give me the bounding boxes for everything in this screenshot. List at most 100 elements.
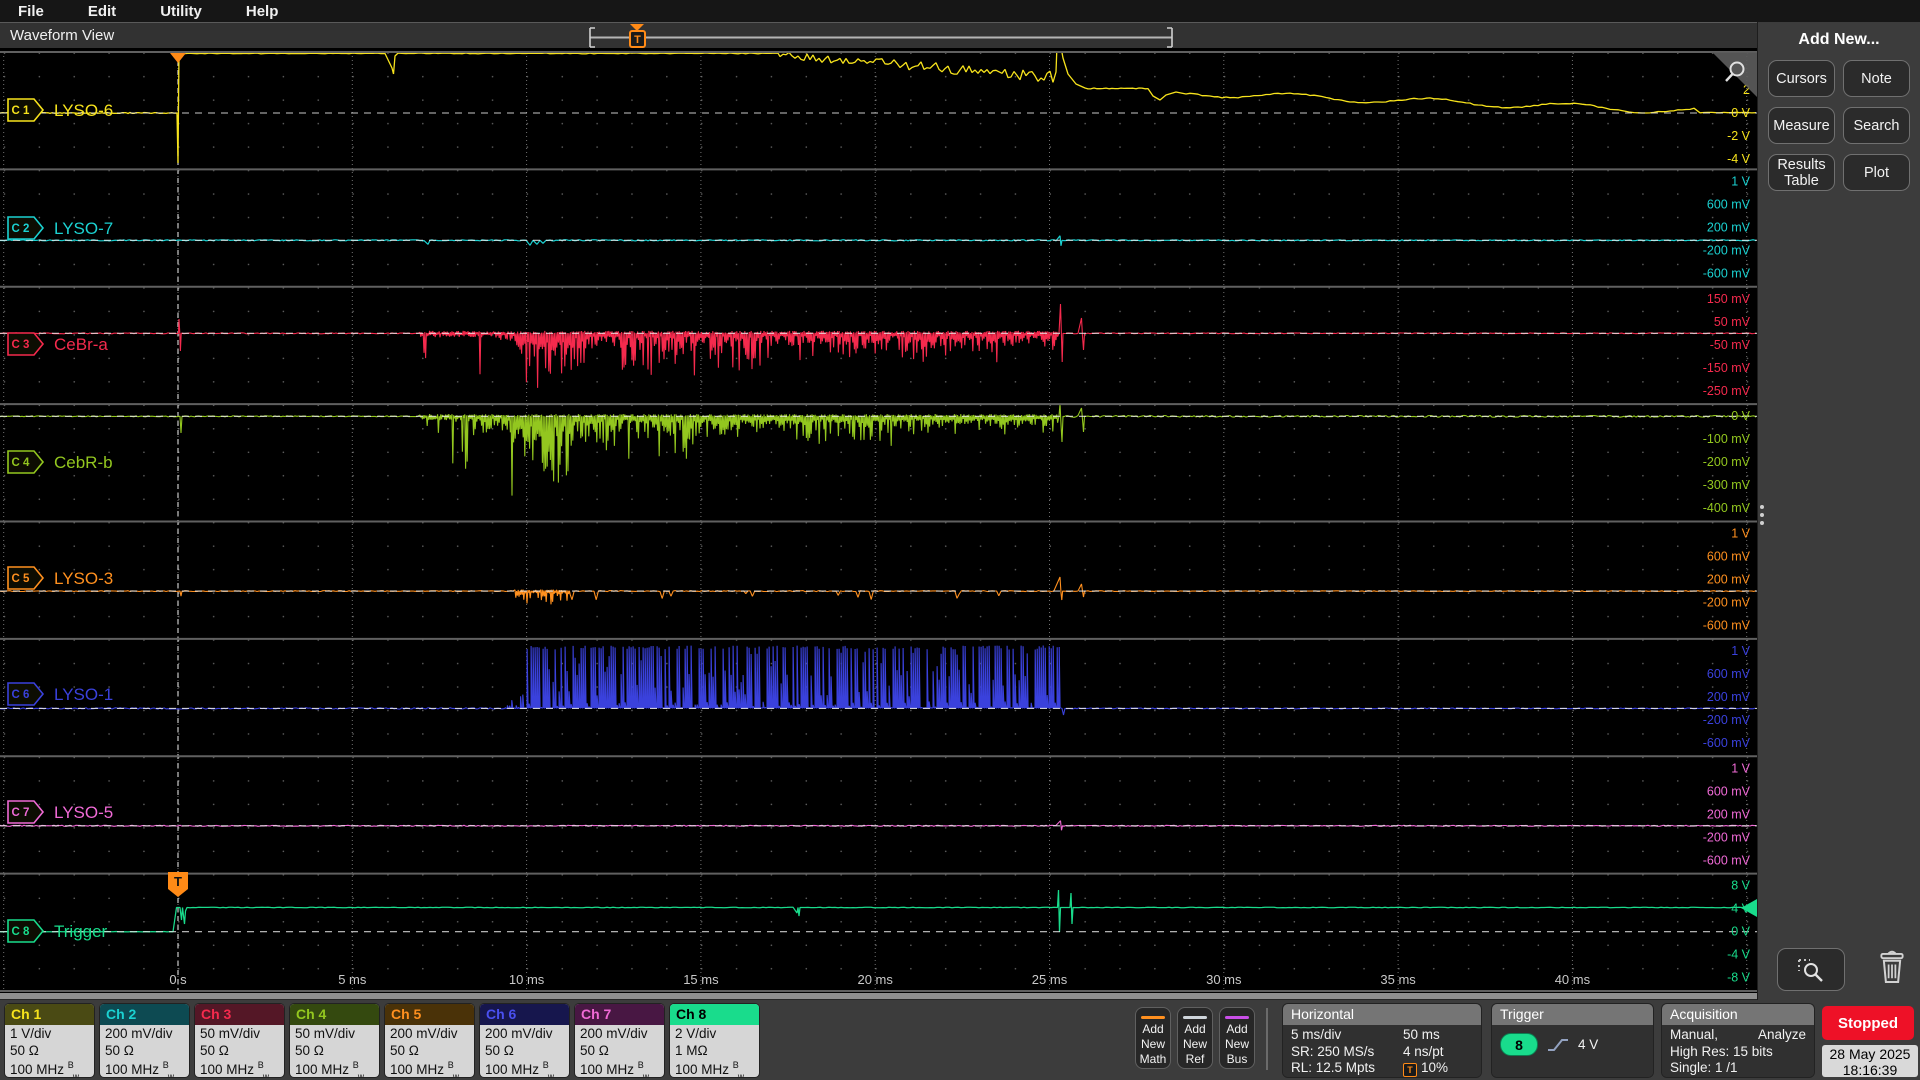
scale-label-c4: -100 mV <box>1703 432 1751 446</box>
bandwidth-limit-flag: Bw <box>352 1060 364 1077</box>
sample-interval: 4 ns/pt <box>1403 1043 1444 1059</box>
button-color-bar <box>1183 1016 1207 1019</box>
channel-scale: 200 mV/div <box>580 1026 648 1041</box>
scale-label-c1: -4 V <box>1727 152 1751 166</box>
channel-badge-header: Ch 1 <box>5 1004 94 1025</box>
channel-badge-ch8[interactable]: Ch 82 V/div 1 MΩ 100 MHz Bw <box>670 1004 759 1077</box>
bandwidth-limit-flag: Bw <box>732 1060 744 1077</box>
trigger-position-percent: 10% <box>1421 1060 1449 1075</box>
channel-name-label[interactable]: LYSO-6 <box>54 101 113 120</box>
channel-impedance: 50 Ω <box>295 1042 324 1058</box>
waveform-plot[interactable]: C 1 LYSO-6 C 2 LYSO-7 C 3 CeBr-a C 4 CebR-b C 5 L… <box>0 48 1757 993</box>
add-new-ref-button[interactable]: Add New Ref <box>1177 1007 1213 1069</box>
time-axis-label: 40 ms <box>1555 972 1591 987</box>
scale-label-c4: -400 mV <box>1703 501 1751 515</box>
channel-name-label[interactable]: LYSO-1 <box>54 685 113 704</box>
time-axis-label: 20 ms <box>857 972 893 987</box>
channel-badge-header: Ch 3 <box>195 1004 284 1025</box>
time-axis-label: 5 ms <box>338 972 367 987</box>
channel-scale: 1 V/div <box>10 1026 52 1041</box>
channel-bandwidth: 100 MHz Bw <box>295 1060 364 1077</box>
channel-name-label[interactable]: LYSO-7 <box>54 219 113 238</box>
channel-name-label[interactable]: LYSO-5 <box>54 803 113 822</box>
scale-label-c2: -200 mV <box>1703 243 1751 257</box>
measure-button[interactable]: Measure <box>1768 107 1835 144</box>
plot-bottom-scroll-strip[interactable] <box>0 993 1757 999</box>
channel-name-label[interactable]: CebR-b <box>54 453 113 472</box>
plot-button[interactable]: Plot <box>1843 154 1910 191</box>
scale-label-c1: 0 V <box>1731 106 1750 120</box>
trigger-panel[interactable]: Trigger 8 4 V <box>1492 1004 1653 1077</box>
channel-name-label[interactable]: LYSO-3 <box>54 569 113 588</box>
channel-bandwidth: 100 MHz Bw <box>580 1060 649 1077</box>
channel-tag-label: C 4 <box>12 457 31 469</box>
channel-impedance: 50 Ω <box>485 1042 514 1058</box>
run-state-button[interactable]: Stopped <box>1822 1006 1914 1040</box>
scale-label-c6: -600 mV <box>1703 736 1751 750</box>
time-axis-label: 25 ms <box>1032 972 1068 987</box>
record-length: RL: 12.5 Mpts <box>1291 1060 1376 1075</box>
scale-label-c5: -200 mV <box>1703 596 1751 610</box>
channel-impedance: 50 Ω <box>200 1042 229 1058</box>
add-new-bus-button[interactable]: Add New Bus <box>1219 1007 1255 1069</box>
scale-label-c5: 1 V <box>1731 527 1750 541</box>
channel-badge-ch2[interactable]: Ch 2 200 mV/div 50 Ω 100 MHz Bw <box>100 1004 189 1077</box>
menu-utility[interactable]: Utility <box>160 3 202 20</box>
channel-badge-ch6[interactable]: Ch 6 200 mV/div 50 Ω 100 MHz Bw <box>480 1004 569 1077</box>
scale-label-c3: 150 mV <box>1707 292 1751 306</box>
rising-edge-icon <box>1548 1038 1568 1051</box>
bandwidth-limit-flag: Bw <box>162 1060 174 1077</box>
panel-drag-handle[interactable] <box>1760 505 1764 525</box>
time-axis-label: 35 ms <box>1380 972 1416 987</box>
scale-label-c7: -200 mV <box>1703 830 1751 844</box>
trash-button[interactable] <box>1872 944 1912 990</box>
time-label: 18:16:39 <box>1842 1062 1898 1078</box>
svg-text:T: T <box>174 874 182 889</box>
channel-badge-ch7[interactable]: Ch 7 200 mV/div 50 Ω 100 MHz Bw <box>575 1004 664 1077</box>
channel-badge-ch5[interactable]: Ch 5 200 mV/div 50 Ω 100 MHz Bw <box>385 1004 474 1077</box>
bandwidth-limit-flag: Bw <box>447 1060 459 1077</box>
note-button[interactable]: Note <box>1843 60 1910 97</box>
channel-badge-ch3[interactable]: Ch 3 50 mV/div 50 Ω 100 MHz Bw <box>195 1004 284 1077</box>
channel-scale: 50 mV/div <box>200 1026 261 1041</box>
channel-name-label[interactable]: Trigger <box>54 922 108 941</box>
channel-name-label[interactable]: CeBr-a <box>54 335 108 354</box>
scale-label-c2: 600 mV <box>1707 197 1751 211</box>
zoom-select-button[interactable] <box>1777 948 1845 991</box>
svg-text:T: T <box>634 34 641 46</box>
scale-label-c3: -250 mV <box>1703 384 1751 398</box>
zoom-area-icon <box>1798 958 1823 982</box>
scale-label-c8: -4 V <box>1727 948 1751 962</box>
cursors-button[interactable]: Cursors <box>1768 60 1835 97</box>
waveform-view-tab[interactable]: Waveform View T <box>0 22 1757 48</box>
acq-mode: Manual, <box>1670 1027 1719 1042</box>
search-button[interactable]: Search <box>1843 107 1910 144</box>
channel-badge-header: Ch 8 <box>670 1004 759 1025</box>
channel-tag-label: C 5 <box>12 573 31 585</box>
channel-tag-label: C 6 <box>12 689 30 701</box>
channel-bandwidth: 100 MHz Bw <box>390 1060 459 1077</box>
button-color-bar <box>1141 1016 1165 1019</box>
time-axis-label: 30 ms <box>1206 972 1242 987</box>
add-new-math-button[interactable]: Add New Math <box>1135 1007 1171 1069</box>
channel-badge-header: Ch 4 <box>290 1004 379 1025</box>
channel-badge-ch1[interactable]: Ch 11 V/div 50 Ω 100 MHz Bw <box>5 1004 94 1077</box>
horizontal-panel[interactable]: Horizontal 5 ms/div 50 ms SR: 250 MS/s 4 n… <box>1283 1004 1481 1077</box>
horizontal-panel-title: Horizontal <box>1283 1004 1481 1025</box>
menu-edit[interactable]: Edit <box>88 3 116 20</box>
acquisition-panel[interactable]: Acquisition Manual, Analyze High Res: 15 … <box>1662 1004 1814 1077</box>
channel-bandwidth: 100 MHz Bw <box>485 1060 554 1077</box>
right-panel: Add New... Cursors Note Measure Search Resul… <box>1757 22 1920 1000</box>
channel-tag-label: C 7 <box>12 807 30 819</box>
menu-help[interactable]: Help <box>246 3 279 20</box>
scale-label-c8: -8 V <box>1727 971 1751 985</box>
scale-label-c5: 200 mV <box>1707 573 1751 587</box>
results-table-button[interactable]: Results Table <box>1768 154 1835 191</box>
time-axis-label: 10 ms <box>509 972 545 987</box>
menu-file[interactable]: File <box>18 3 44 20</box>
scale-label-c3: 50 mV <box>1714 315 1751 329</box>
horizontal-position-bar[interactable]: T <box>580 23 1190 49</box>
trigger-source-badge: 8 <box>1500 1033 1538 1056</box>
acq-single: Single: 1 /1 <box>1670 1060 1738 1075</box>
channel-badge-ch4[interactable]: Ch 4 50 mV/div 50 Ω 100 MHz Bw <box>290 1004 379 1077</box>
